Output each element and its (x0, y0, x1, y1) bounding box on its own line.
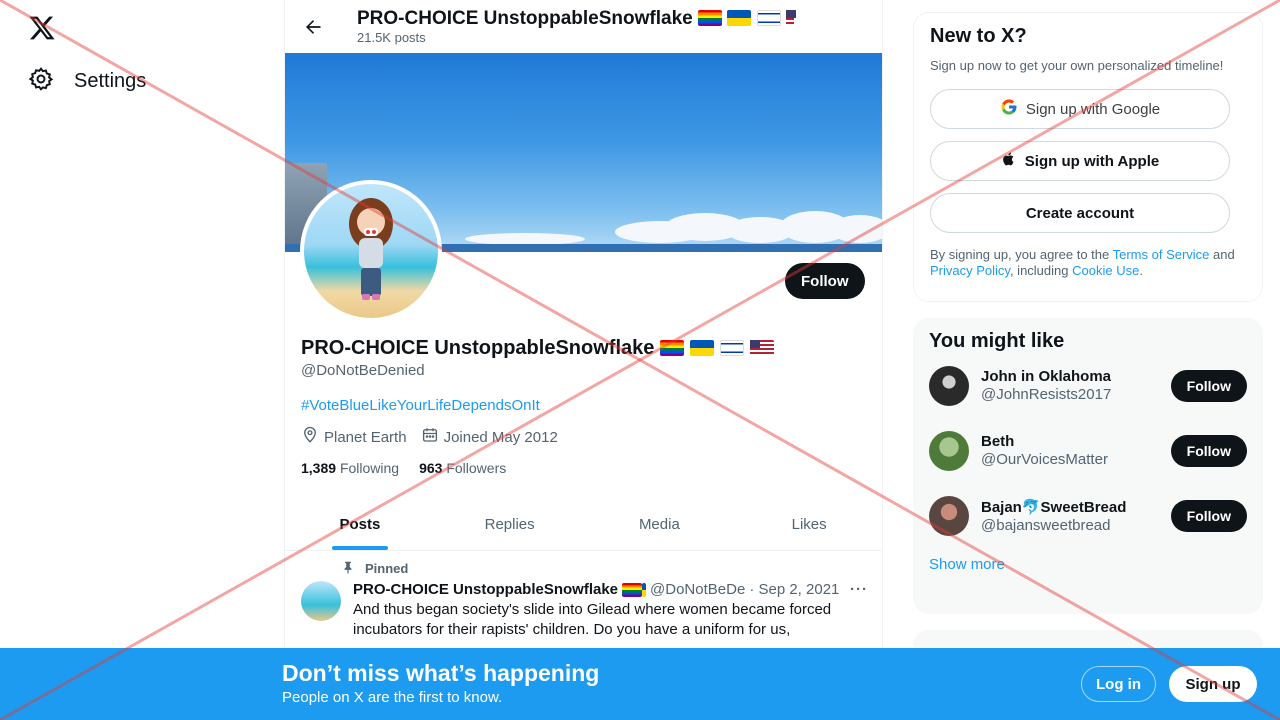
profile-avatar[interactable] (300, 180, 442, 322)
google-signup-button[interactable]: Sign up with Google (930, 89, 1230, 129)
following-link[interactable]: 1,389 Following (301, 460, 399, 476)
signup-card-title: New to X? (930, 25, 1027, 47)
profile-info: PRO-CHOICE UnstoppableSnowflake @DoNotBe… (301, 336, 871, 476)
login-prompt-bar: Don’t miss what’s happening People on X … (0, 648, 1280, 720)
profile-header-bar: PRO-CHOICE UnstoppableSnowflake 21.5K po… (285, 0, 882, 53)
tweet-text: And thus began society's slide into Gile… (353, 601, 832, 638)
apple-signup-button[interactable]: Sign up with Apple (930, 141, 1230, 181)
follow-button[interactable]: Follow (785, 263, 865, 299)
suggested-account-handle: @bajansweetbread (981, 516, 1111, 534)
profile-handle: @DoNotBeDenied (301, 362, 425, 379)
location: Planet Earth (301, 426, 407, 448)
follow-button[interactable]: Follow (1170, 434, 1247, 467)
tab-media[interactable]: Media (585, 498, 735, 550)
suggested-account-name: Bajan🐬SweetBread (981, 498, 1127, 516)
israel-flag-icon (720, 340, 745, 356)
calendar-icon (421, 426, 439, 448)
you-might-like-card: You might like John in Oklahoma @JohnRes… (913, 318, 1263, 614)
profile-name: PRO-CHOICE UnstoppableSnowflake (301, 336, 871, 360)
signup-button[interactable]: Sign up (1169, 666, 1257, 702)
main-column: PRO-CHOICE UnstoppableSnowflake 21.5K po… (284, 0, 883, 720)
privacy-link[interactable]: Privacy Policy (930, 263, 1010, 278)
back-arrow-icon[interactable] (299, 13, 327, 41)
rainbow-flag-icon (660, 340, 685, 356)
suggested-account[interactable]: John in Oklahoma @JohnResists2017 Follow (929, 353, 1247, 418)
suggested-account-handle: @JohnResists2017 (981, 386, 1112, 403)
you-might-like-title: You might like (929, 330, 1065, 352)
prompt-title: Don’t miss what’s happening (282, 660, 600, 686)
tab-replies[interactable]: Replies (435, 498, 585, 550)
ukraine-flag-icon (727, 10, 752, 27)
tweet-author-handle[interactable]: @DoNotBeDe (650, 581, 745, 598)
suggested-account[interactable]: Beth @OurVoicesMatter Follow (929, 418, 1247, 483)
suggested-account-name: John in Oklahoma (981, 368, 1112, 385)
avatar[interactable] (929, 365, 969, 406)
profile-meta: Planet Earth Joined May 2012 (301, 426, 871, 448)
suggested-account[interactable]: Bajan🐬SweetBread @bajansweetbread Follow (929, 483, 1247, 548)
create-account-button[interactable]: Create account (930, 193, 1230, 233)
profile-tabs: Posts Replies Media Likes (285, 498, 882, 551)
ukraine-flag-icon (642, 582, 647, 597)
nav-settings[interactable]: Settings (28, 66, 146, 97)
rainbow-flag-icon (697, 10, 722, 27)
follow-button[interactable]: Follow (1170, 369, 1247, 402)
google-icon (1000, 98, 1018, 120)
show-more-link[interactable]: Show more (929, 556, 1247, 573)
pinned-tweet[interactable]: Pinned PRO-CHOICE UnstoppableSnowflake @… (285, 552, 882, 640)
tweet-author-name[interactable]: PRO-CHOICE UnstoppableSnowflake (353, 581, 618, 598)
tab-posts[interactable]: Posts (285, 498, 435, 550)
suggested-account-name: Beth (981, 433, 1015, 450)
followers-link[interactable]: 963 Followers (419, 460, 506, 476)
avatar[interactable] (929, 495, 969, 536)
signup-card-subtitle: Sign up now to get your own personalized… (930, 58, 1224, 73)
ukraine-flag-icon (690, 340, 715, 356)
israel-flag-icon (756, 10, 781, 27)
terms-link[interactable]: Terms of Service (1113, 247, 1210, 262)
prompt-subtitle: People on X are the first to know. (282, 689, 503, 706)
nav-settings-label: Settings (74, 70, 147, 92)
left-nav: Settings (0, 0, 284, 720)
join-date: Joined May 2012 (421, 426, 558, 448)
follow-button[interactable]: Follow (1170, 499, 1247, 532)
signup-card: New to X? Sign up now to get your own pe… (913, 12, 1263, 302)
usa-flag-icon (750, 340, 775, 356)
header-name: PRO-CHOICE UnstoppableSnowflake (357, 8, 796, 30)
suggested-account-handle: @OurVoicesMatter (981, 451, 1108, 468)
pinned-indicator: Pinned (341, 560, 868, 577)
tab-likes[interactable]: Likes (734, 498, 882, 550)
x-logo-icon[interactable] (28, 14, 56, 42)
cookie-link[interactable]: Cookie Use (1072, 263, 1139, 278)
tweet-date[interactable]: · Sep 2, 2021 (749, 581, 839, 598)
bio-hashtag-link[interactable]: #VoteBlueLikeYourLifeDependsOnIt (301, 397, 871, 414)
location-pin-icon (301, 426, 319, 448)
apple-icon (1001, 150, 1017, 172)
banner-cloud (830, 215, 882, 243)
pin-icon (341, 560, 355, 577)
rainbow-flag-icon (622, 582, 643, 597)
post-count: 21.5K posts (357, 29, 426, 45)
follow-counts: 1,389 Following 963 Followers (301, 460, 871, 476)
tweet-avatar[interactable] (301, 581, 341, 621)
more-options-icon[interactable]: ··· (850, 581, 868, 598)
usa-flag-icon (785, 10, 796, 27)
gear-icon (28, 66, 54, 97)
avatar[interactable] (929, 430, 969, 471)
tweet-header: PRO-CHOICE UnstoppableSnowflake @DoNotBe… (353, 581, 868, 598)
login-button[interactable]: Log in (1081, 666, 1156, 702)
signup-legal-text: By signing up, you agree to the Terms of… (930, 247, 1235, 278)
